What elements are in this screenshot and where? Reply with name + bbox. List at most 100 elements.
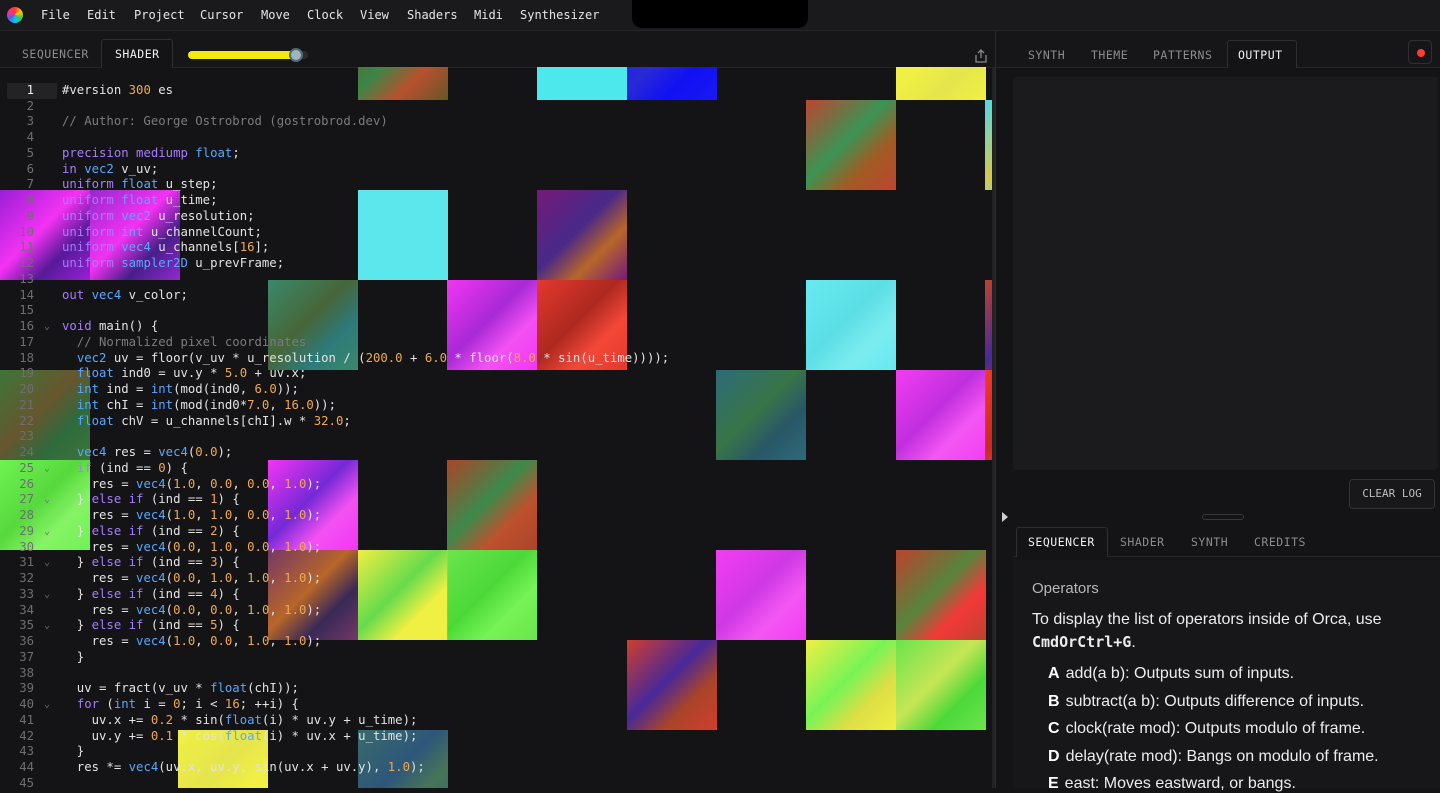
record-dot-icon — [1417, 49, 1425, 57]
code-text: uv = fract(v_uv * float(chI)); — [62, 681, 299, 696]
collapse-arrow-icon[interactable] — [1002, 512, 1008, 522]
code-line[interactable]: 19 float ind0 = uv.y * 5.0 + uv.x; — [0, 366, 995, 382]
slider-thumb[interactable] — [289, 48, 303, 62]
fold-chevron-icon[interactable]: ⌄ — [44, 524, 50, 540]
code-line[interactable]: 22 float chV = u_channels[chI].w * 32.0; — [0, 414, 995, 430]
code-line[interactable]: 34 res = vec4(0.0, 0.0, 1.0, 1.0); — [0, 603, 995, 619]
code-line[interactable]: 42 uv.y += 0.1 * cos(float(i) * uv.x + u… — [0, 729, 995, 745]
record-button[interactable] — [1408, 40, 1432, 64]
code-text: uniform vec2 u_resolution; — [62, 208, 255, 223]
tab-lower-sequencer[interactable]: SEQUENCER — [1028, 535, 1095, 549]
code-line[interactable]: 1 #version 300 es — [0, 82, 995, 99]
menu-file[interactable]: File — [41, 8, 70, 22]
code-line[interactable]: 29 ⌄ } else if (ind == 2) { — [0, 524, 995, 540]
code-line[interactable]: 9 uniform vec2 u_resolution; — [0, 209, 995, 225]
tab-sequencer[interactable]: SEQUENCER — [22, 47, 89, 61]
code-line[interactable]: 39 uv = fract(v_uv * float(chI)); — [0, 681, 995, 697]
code-line[interactable]: 12 uniform sampler2D u_prevFrame; — [0, 256, 995, 272]
tab-theme[interactable]: THEME — [1091, 48, 1128, 62]
tab-patterns[interactable]: PATTERNS — [1153, 48, 1212, 62]
code-line[interactable]: 25 ⌄ if (ind == 0) { — [0, 461, 995, 477]
line-number: 35 — [19, 618, 34, 633]
code-line[interactable]: 15 — [0, 303, 995, 319]
menu-shaders[interactable]: Shaders — [407, 8, 458, 22]
line-number: 38 — [19, 665, 34, 680]
code-line[interactable]: 24 vec4 res = vec4(0.0); — [0, 445, 995, 461]
menu-project[interactable]: Project — [134, 8, 185, 22]
menu-cursor[interactable]: Cursor — [200, 8, 243, 22]
fold-chevron-icon[interactable]: ⌄ — [44, 319, 50, 335]
menu-midi[interactable]: Midi — [474, 8, 503, 22]
code-line[interactable]: 20 int ind = int(mod(ind0, 6.0)); — [0, 382, 995, 398]
tab-output[interactable]: OUTPUT — [1238, 48, 1283, 62]
code-text: #version 300 es — [62, 82, 174, 97]
code-line[interactable]: 41 uv.x += 0.2 * sin(float(i) * uv.y + u… — [0, 713, 995, 729]
fold-chevron-icon[interactable]: ⌄ — [44, 492, 50, 508]
tab-lower-synth[interactable]: SYNTH — [1191, 535, 1228, 549]
code-line[interactable]: 10 uniform int u_channelCount; — [0, 225, 995, 241]
code-line[interactable]: 36 res = vec4(1.0, 0.0, 1.0, 1.0); — [0, 634, 995, 650]
line-number: 24 — [19, 445, 34, 460]
code-line[interactable]: 3 // Author: George Ostrobrod (gostrobrod… — [0, 114, 995, 130]
fold-chevron-icon[interactable]: ⌄ — [44, 587, 50, 603]
menu-synthesizer[interactable]: Synthesizer — [520, 8, 599, 22]
code-line[interactable]: 45 — [0, 776, 995, 788]
tab-lower-credits[interactable]: CREDITS — [1254, 535, 1306, 549]
code-line[interactable]: 32 res = vec4(0.0, 1.0, 1.0, 1.0); — [0, 571, 995, 587]
code-line[interactable]: 17 // Normalized pixel coordinates — [0, 335, 995, 351]
speed-slider[interactable] — [188, 48, 314, 62]
code-line[interactable]: 31 ⌄ } else if (ind == 3) { — [0, 555, 995, 571]
line-number: 31 — [19, 555, 34, 570]
line-number: 22 — [19, 413, 34, 428]
code-line[interactable]: 5 precision mediump float; — [0, 146, 995, 162]
fold-chevron-icon[interactable]: ⌄ — [44, 697, 50, 713]
code-text: uv.x += 0.2 * sin(float(i) * uv.y + u_ti… — [62, 712, 418, 727]
menu-view[interactable]: View — [360, 8, 389, 22]
code-line[interactable]: 38 — [0, 666, 995, 682]
menu-move[interactable]: Move — [261, 8, 290, 22]
tab-lower-shader[interactable]: SHADER — [1120, 535, 1165, 549]
code-line[interactable]: 35 ⌄ } else if (ind == 5) { — [0, 618, 995, 634]
code-line[interactable]: 16 ⌄ void main() { — [0, 319, 995, 335]
panel-resize-handle[interactable] — [1202, 514, 1244, 520]
code-line[interactable]: 43 } — [0, 744, 995, 760]
code-line[interactable]: 18 vec2 uv = floor(v_uv * u_resolution /… — [0, 351, 995, 367]
line-number: 37 — [19, 649, 34, 664]
code-line[interactable]: 37 } — [0, 650, 995, 666]
app-logo-icon[interactable] — [7, 7, 23, 23]
pane-divider[interactable] — [995, 31, 996, 788]
line-number: 6 — [26, 161, 34, 176]
code-line[interactable]: 2 — [0, 99, 995, 115]
code-line[interactable]: 6 in vec2 v_uv; — [0, 162, 995, 178]
operator-item: Cclock(rate mod): Outputs modulo of fram… — [1048, 720, 1365, 738]
code-line[interactable]: 11 uniform vec4 u_channels[16]; — [0, 240, 995, 256]
code-line[interactable]: 44 res *= vec4(uv.x, uv.y, sin(uv.x + uv… — [0, 760, 995, 776]
menu-edit[interactable]: Edit — [87, 8, 116, 22]
code-line[interactable]: 28 res = vec4(1.0, 1.0, 0.0, 1.0); — [0, 508, 995, 524]
code-text: int ind = int(mod(ind0, 6.0)); — [76, 382, 299, 397]
code-line[interactable]: 8 uniform float u_time; — [0, 193, 995, 209]
menu-clock[interactable]: Clock — [307, 8, 343, 22]
tab-shader[interactable]: SHADER — [115, 47, 160, 61]
code-line[interactable]: 27 ⌄ } else if (ind == 1) { — [0, 492, 995, 508]
code-line[interactable]: 4 — [0, 130, 995, 146]
share-icon[interactable] — [973, 48, 989, 64]
code-line[interactable]: 30 res = vec4(0.0, 1.0, 0.0, 1.0); — [0, 540, 995, 556]
code-line[interactable]: 7 uniform float u_step; — [0, 177, 995, 193]
fold-chevron-icon[interactable]: ⌄ — [44, 555, 50, 571]
code-line[interactable]: 26 res = vec4(1.0, 0.0, 0.0, 1.0); — [0, 477, 995, 493]
code-line[interactable]: 23 — [0, 429, 995, 445]
code-line[interactable]: 14 out vec4 v_color; — [0, 288, 995, 304]
code-line[interactable]: 33 ⌄ } else if (ind == 4) { — [0, 587, 995, 603]
fold-chevron-icon[interactable]: ⌄ — [44, 618, 50, 634]
code-line[interactable]: 40 ⌄ for (int i = 0; i < 16; ++i) { — [0, 697, 995, 713]
clear-log-button[interactable]: CLEAR LOG — [1349, 479, 1435, 509]
line-number: 15 — [19, 303, 34, 318]
tab-synth[interactable]: SYNTH — [1028, 48, 1065, 62]
code-line[interactable]: 21 int chI = int(mod(ind0*7.0, 16.0)); — [0, 398, 995, 414]
fold-chevron-icon[interactable]: ⌄ — [44, 461, 50, 477]
shader-code-editor[interactable]: 1 #version 300 es 2 3 // Author: George Ostr… — [0, 67, 995, 788]
operator-desc: add(a b): Outputs sum of inputs. — [1065, 665, 1295, 682]
code-lines: 1 #version 300 es 2 3 // Author: George Ostr… — [0, 82, 995, 788]
code-line[interactable]: 13 — [0, 272, 995, 288]
